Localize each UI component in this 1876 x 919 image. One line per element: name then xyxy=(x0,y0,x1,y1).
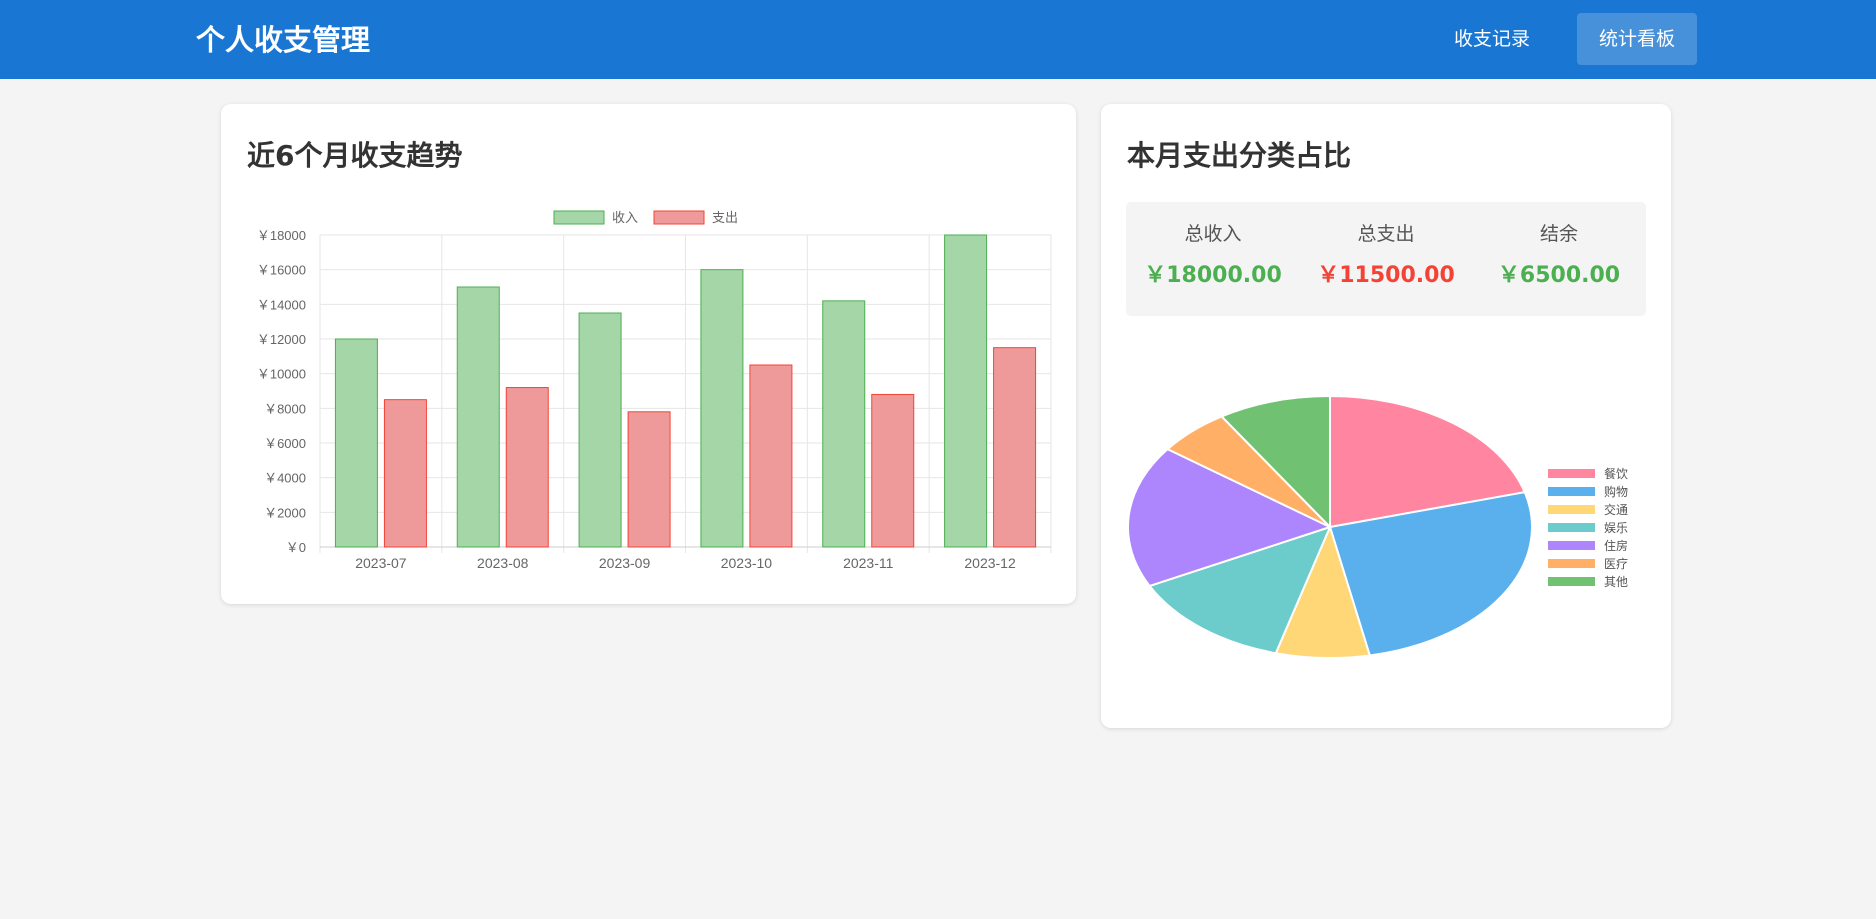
pie-legend-swatch[interactable] xyxy=(1548,505,1595,514)
income-bar[interactable] xyxy=(944,234,988,548)
income-bar[interactable] xyxy=(822,300,866,548)
y-tick-label: ￥8000 xyxy=(264,401,306,416)
income-bar[interactable] xyxy=(456,286,500,548)
expense-bar[interactable] xyxy=(749,364,793,548)
trend-card: 近6个月收支趋势 ￥0 ￥2000 ￥4000 ￥6000 ￥8000 ￥10000 ￥12… xyxy=(221,104,1076,604)
expense-bar[interactable] xyxy=(505,387,549,548)
app-title: 个人收支管理 xyxy=(196,23,371,57)
trend-bar-chart: ￥0 ￥2000 ￥4000 ￥6000 ￥8000 ￥10000 ￥12000 ￥14000… xyxy=(257,210,1052,571)
expense-bar[interactable] xyxy=(993,347,1037,548)
nav-records-link[interactable]: 收支记录 xyxy=(1436,13,1548,65)
legend-income-swatch[interactable] xyxy=(553,210,605,225)
expense-bar[interactable] xyxy=(627,411,671,548)
x-tick-label: 2023-07 xyxy=(355,555,407,571)
y-tick-label: ￥14000 xyxy=(257,297,306,312)
pie-legend-swatch[interactable] xyxy=(1548,487,1595,496)
y-tick-label: ￥0 xyxy=(286,540,306,555)
legend-expense-swatch[interactable] xyxy=(653,210,705,225)
y-tick-label: ￥4000 xyxy=(264,471,306,486)
y-tick-label: ￥12000 xyxy=(257,332,306,347)
x-tick-label: 2023-08 xyxy=(477,555,529,571)
income-bar[interactable] xyxy=(334,338,378,548)
x-tick-label: 2023-11 xyxy=(843,555,894,571)
pie-legend-swatch[interactable] xyxy=(1548,523,1595,532)
top-navbar: 个人收支管理 收支记录 统计看板 xyxy=(0,0,1876,79)
pie-legend-label: 娱乐 xyxy=(1604,521,1628,535)
income-bar[interactable] xyxy=(578,312,622,548)
pie-legend-swatch[interactable] xyxy=(1548,541,1595,550)
y-tick-label: ￥6000 xyxy=(264,436,306,451)
pie-legend-label: 其他 xyxy=(1604,575,1628,589)
expense-bar[interactable] xyxy=(383,399,427,548)
pie-legend-label: 医疗 xyxy=(1604,557,1628,571)
expense-category-card: 本月支出分类占比 总收入 ￥18000.00 总支出 ￥11500.00 结余 … xyxy=(1101,104,1671,728)
nav-dashboard-link[interactable]: 统计看板 xyxy=(1577,13,1697,65)
pie-legend-swatch[interactable] xyxy=(1548,577,1595,586)
y-tick-label: ￥16000 xyxy=(257,263,306,278)
pie-legend-label: 餐饮 xyxy=(1604,466,1628,481)
expense-bar[interactable] xyxy=(871,393,915,548)
y-tick-label: ￥10000 xyxy=(257,367,306,382)
x-tick-label: 2023-10 xyxy=(721,555,773,571)
income-bar[interactable] xyxy=(700,269,744,548)
x-tick-label: 2023-09 xyxy=(599,555,651,571)
y-tick-label: ￥18000 xyxy=(257,228,306,243)
pie-legend-label: 交通 xyxy=(1604,502,1628,517)
expense-pie-chart: 餐饮购物交通娱乐住房医疗其他 xyxy=(1126,394,1628,659)
pie-legend-swatch[interactable] xyxy=(1548,559,1595,568)
legend-expense-label: 支出 xyxy=(712,210,738,225)
x-tick-label: 2023-12 xyxy=(964,555,1016,571)
pie-legend-label: 住房 xyxy=(1604,538,1628,553)
pie-legend-swatch[interactable] xyxy=(1548,469,1595,478)
legend-income-label: 收入 xyxy=(612,210,638,225)
pie-legend-label: 购物 xyxy=(1604,484,1628,499)
y-tick-label: ￥2000 xyxy=(264,505,306,520)
